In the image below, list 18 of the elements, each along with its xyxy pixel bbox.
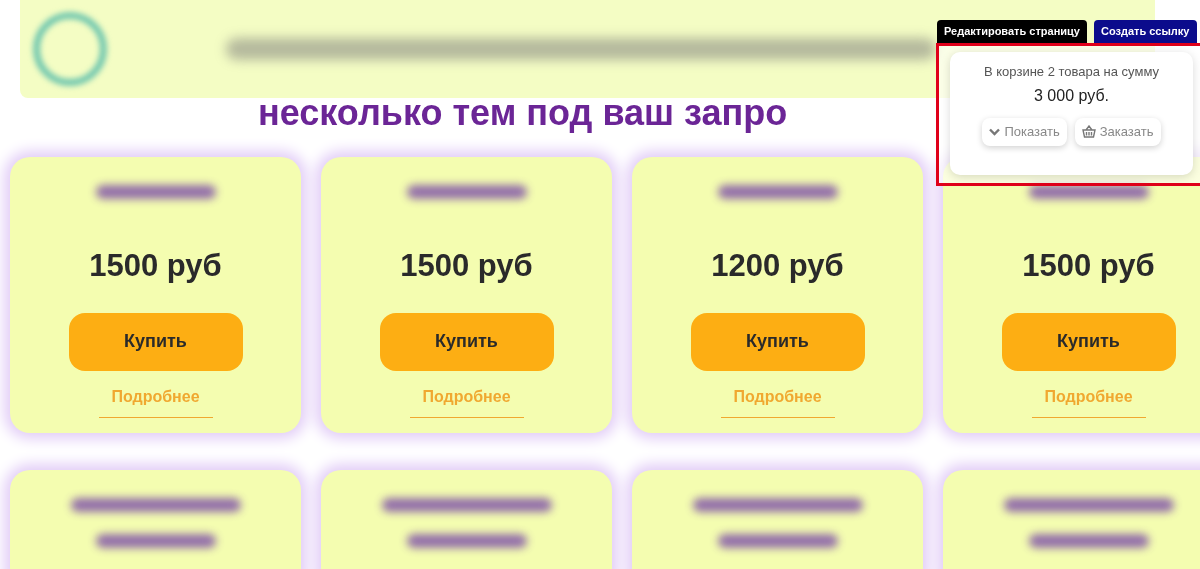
price: 1500 руб (89, 247, 222, 285)
basket-icon (1081, 125, 1096, 138)
toolbar-button[interactable]: Создать ссылку (1093, 20, 1197, 43)
order-button[interactable]: Заказать (1074, 117, 1161, 146)
price: 1500 руб (400, 247, 533, 285)
cart-total: 3 000 руб. (1034, 85, 1109, 106)
price: 1500 руб (1022, 247, 1155, 285)
show-button[interactable]: Показать (982, 117, 1067, 146)
cart-summary: В корзине 2 товара на сумму (984, 63, 1159, 81)
blurred-logo (34, 13, 106, 85)
buy-button[interactable]: Купить (1001, 312, 1176, 371)
toolbar-button[interactable]: Редактировать страницу (937, 20, 1087, 43)
price: 1200 руб (711, 247, 844, 285)
page-heading: несколько тем под ваш запро (258, 91, 788, 135)
chevron-down-icon (989, 127, 1001, 136)
buy-button[interactable]: Купить (690, 312, 865, 371)
buy-button[interactable]: Купить (68, 312, 243, 371)
buy-button[interactable]: Купить (379, 312, 554, 371)
